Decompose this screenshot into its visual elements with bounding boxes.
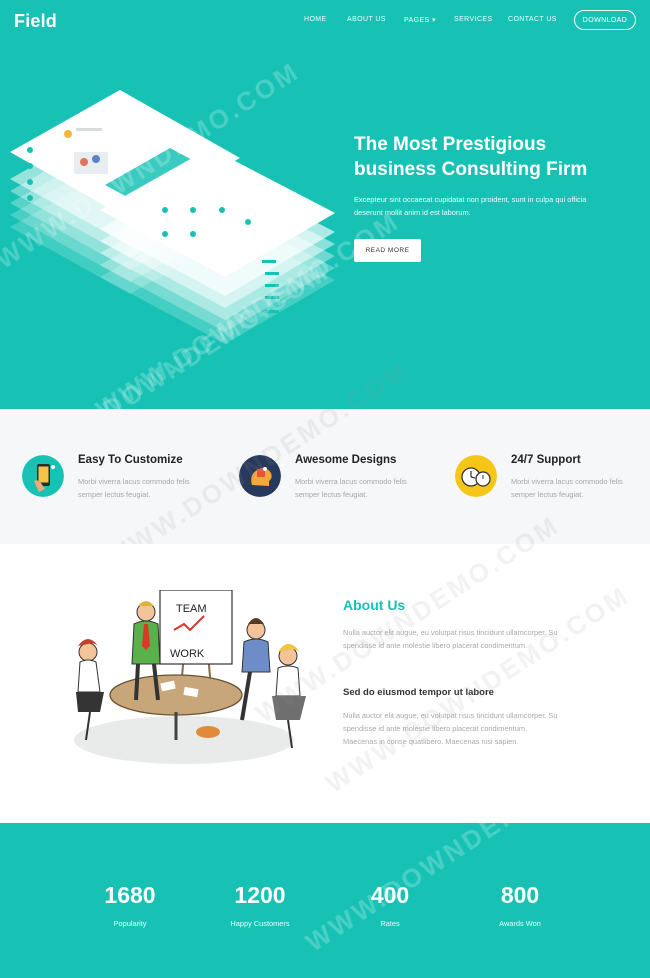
feature-text: Morbi viverra lacus commodo felis semper…: [78, 477, 190, 499]
hero-description: Excepteur sint occaecat cupidatat non pr…: [354, 195, 587, 217]
stat-value: 400: [370, 882, 410, 908]
flipchart-work-text: WORK: [170, 648, 205, 660]
stat-item: 1200 Happy Customers: [200, 882, 320, 928]
flipchart-team-text: TEAM: [176, 603, 207, 615]
hero-title-line-2: business Consulting Firm: [354, 159, 588, 180]
stat-label: Awards Won: [499, 919, 541, 928]
hero-title-line-1: The Most Prestigious: [354, 134, 547, 155]
nav-pages-dropdown[interactable]: PAGES ▾: [404, 16, 436, 24]
stat-value: 1680: [104, 882, 156, 908]
nav-home[interactable]: HOME: [304, 16, 327, 23]
mobile-hand-icon: [22, 455, 64, 497]
download-button[interactable]: DOWNLOAD: [574, 10, 636, 30]
about-section: TEAM WORK About Us Nulla auctor elit aug…: [0, 510, 650, 823]
cat-figure: [196, 726, 220, 738]
read-more-button[interactable]: READ MORE: [354, 239, 421, 262]
nav-contact-us[interactable]: CONTACT US: [508, 16, 557, 23]
features-section: Easy To Customize Morbi viverra lacus co…: [0, 355, 650, 574]
feature-title: Easy To Customize: [78, 454, 183, 466]
stat-item: 400 Rates: [330, 882, 450, 928]
stat-label: Popularity: [113, 919, 147, 928]
nav-services[interactable]: SERVICES: [454, 16, 492, 23]
about-title: About Us: [343, 597, 406, 613]
stats-section: 1680 Popularity 1200 Happy Customers 400…: [0, 739, 650, 978]
feature-text: Morbi viverra lacus commodo felis semper…: [295, 477, 407, 499]
about-paragraph-2: Nulla auctor elit augue, eu volutpat ris…: [343, 711, 558, 747]
stat-label: Rates: [380, 919, 400, 928]
feature-text: Morbi viverra lacus commodo felis semper…: [511, 477, 623, 499]
stat-value: 1200: [234, 882, 286, 908]
man-figure-right: [240, 618, 271, 721]
stat-value: 800: [500, 882, 540, 908]
isometric-layers-illustration: [10, 90, 335, 344]
top-navbar: Field HOME ABOUT US PAGES ▾ SERVICES CON…: [0, 0, 650, 42]
teamwork-meeting-illustration: TEAM WORK: [74, 590, 306, 764]
feature-title: 24/7 Support: [511, 454, 581, 466]
stat-label: Happy Customers: [230, 919, 290, 928]
page: Field HOME ABOUT US PAGES ▾ SERVICES CON…: [0, 0, 650, 978]
site-logo[interactable]: Field: [14, 11, 57, 32]
stat-item: 800 Awards Won: [460, 882, 580, 928]
hero-section: Field HOME ABOUT US PAGES ▾ SERVICES CON…: [0, 0, 650, 409]
feature-title: Awesome Designs: [295, 454, 397, 466]
clock-icon: [455, 455, 497, 497]
stat-item: 1680 Popularity: [70, 882, 190, 928]
about-paragraph-1: Nulla auctor elit augue, eu volutpat ris…: [343, 628, 558, 651]
puzzle-head-icon: [239, 455, 281, 497]
about-subtitle: Sed do eiusmod tempor ut labore: [343, 687, 494, 698]
hero-title: The Most Prestigious business Consulting…: [354, 132, 634, 182]
nav-about-us[interactable]: ABOUT US: [347, 16, 386, 23]
